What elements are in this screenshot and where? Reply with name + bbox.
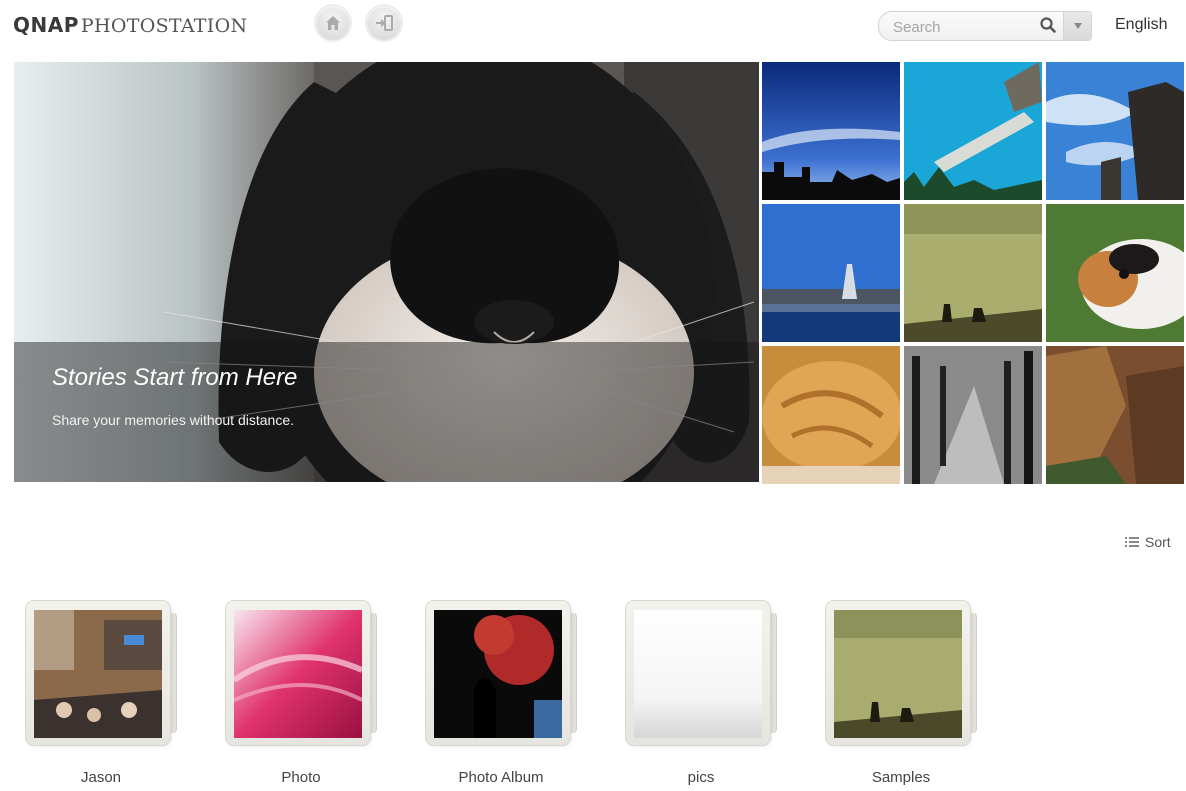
album-cover bbox=[234, 610, 362, 738]
search-input[interactable] bbox=[891, 16, 1035, 38]
featured-thumbnail-grid bbox=[762, 62, 1186, 484]
hero-banner[interactable]: Stories Start from Here Share your memor… bbox=[14, 62, 759, 482]
search-dropdown-button[interactable] bbox=[1063, 12, 1091, 40]
sort-label: Sort bbox=[1145, 534, 1171, 550]
album-cover bbox=[834, 610, 962, 738]
logo[interactable]: QNAP PHOTOSTATION bbox=[13, 13, 247, 39]
album-cover bbox=[634, 610, 762, 738]
login-button[interactable] bbox=[367, 6, 401, 40]
thumbnail-guinea-pig[interactable] bbox=[1046, 204, 1184, 342]
thumbnail-cyan-sky-plane[interactable] bbox=[904, 62, 1042, 200]
album-name: Photo Album bbox=[458, 769, 544, 786]
album-frame bbox=[626, 601, 770, 745]
album-pics[interactable]: pics bbox=[626, 601, 786, 791]
dropdown-arrow-icon bbox=[1073, 23, 1082, 29]
album-cover bbox=[434, 610, 562, 738]
album-name: Samples bbox=[871, 769, 931, 786]
album-name: Jason bbox=[80, 769, 122, 786]
sort-button[interactable]: Sort bbox=[1125, 534, 1171, 550]
thumbnail-skyscraper-clouds[interactable] bbox=[1046, 62, 1184, 200]
album-photo-album[interactable]: Photo Album bbox=[426, 601, 586, 791]
album-photo[interactable]: Photo bbox=[226, 601, 386, 791]
logo-brand: QNAP bbox=[13, 13, 79, 37]
album-name: Photo bbox=[281, 769, 321, 786]
list-icon bbox=[1125, 537, 1139, 547]
album-frame bbox=[226, 601, 370, 745]
search-box bbox=[878, 11, 1092, 41]
album-frame bbox=[26, 601, 170, 745]
album-frame bbox=[426, 601, 570, 745]
login-icon bbox=[376, 15, 393, 31]
album-jason[interactable]: Jason bbox=[26, 601, 186, 791]
thumbnail-green-haze-figures[interactable] bbox=[904, 204, 1042, 342]
thumbnail-harbor-boats[interactable] bbox=[762, 204, 900, 342]
album-frame bbox=[826, 601, 970, 745]
thumbnail-tree-avenue[interactable] bbox=[904, 346, 1042, 484]
hero-title: Stories Start from Here bbox=[52, 364, 298, 391]
home-icon bbox=[326, 16, 340, 30]
thumbnail-sky-silhouette[interactable] bbox=[762, 62, 900, 200]
album-cover bbox=[34, 610, 162, 738]
thumbnail-sleeping-cat[interactable] bbox=[762, 346, 900, 484]
hero-subtitle: Share your memories without distance. bbox=[52, 412, 294, 428]
home-button[interactable] bbox=[316, 6, 350, 40]
search-icon[interactable] bbox=[1039, 16, 1059, 36]
language-selector[interactable]: English bbox=[1115, 16, 1167, 34]
album-name: pics bbox=[687, 769, 715, 786]
logo-product: PHOTOSTATION bbox=[80, 15, 248, 37]
thumbnail-canyon-rocks[interactable] bbox=[1046, 346, 1184, 484]
header: QNAP PHOTOSTATION English bbox=[0, 0, 1186, 52]
album-samples[interactable]: Samples bbox=[826, 601, 986, 791]
